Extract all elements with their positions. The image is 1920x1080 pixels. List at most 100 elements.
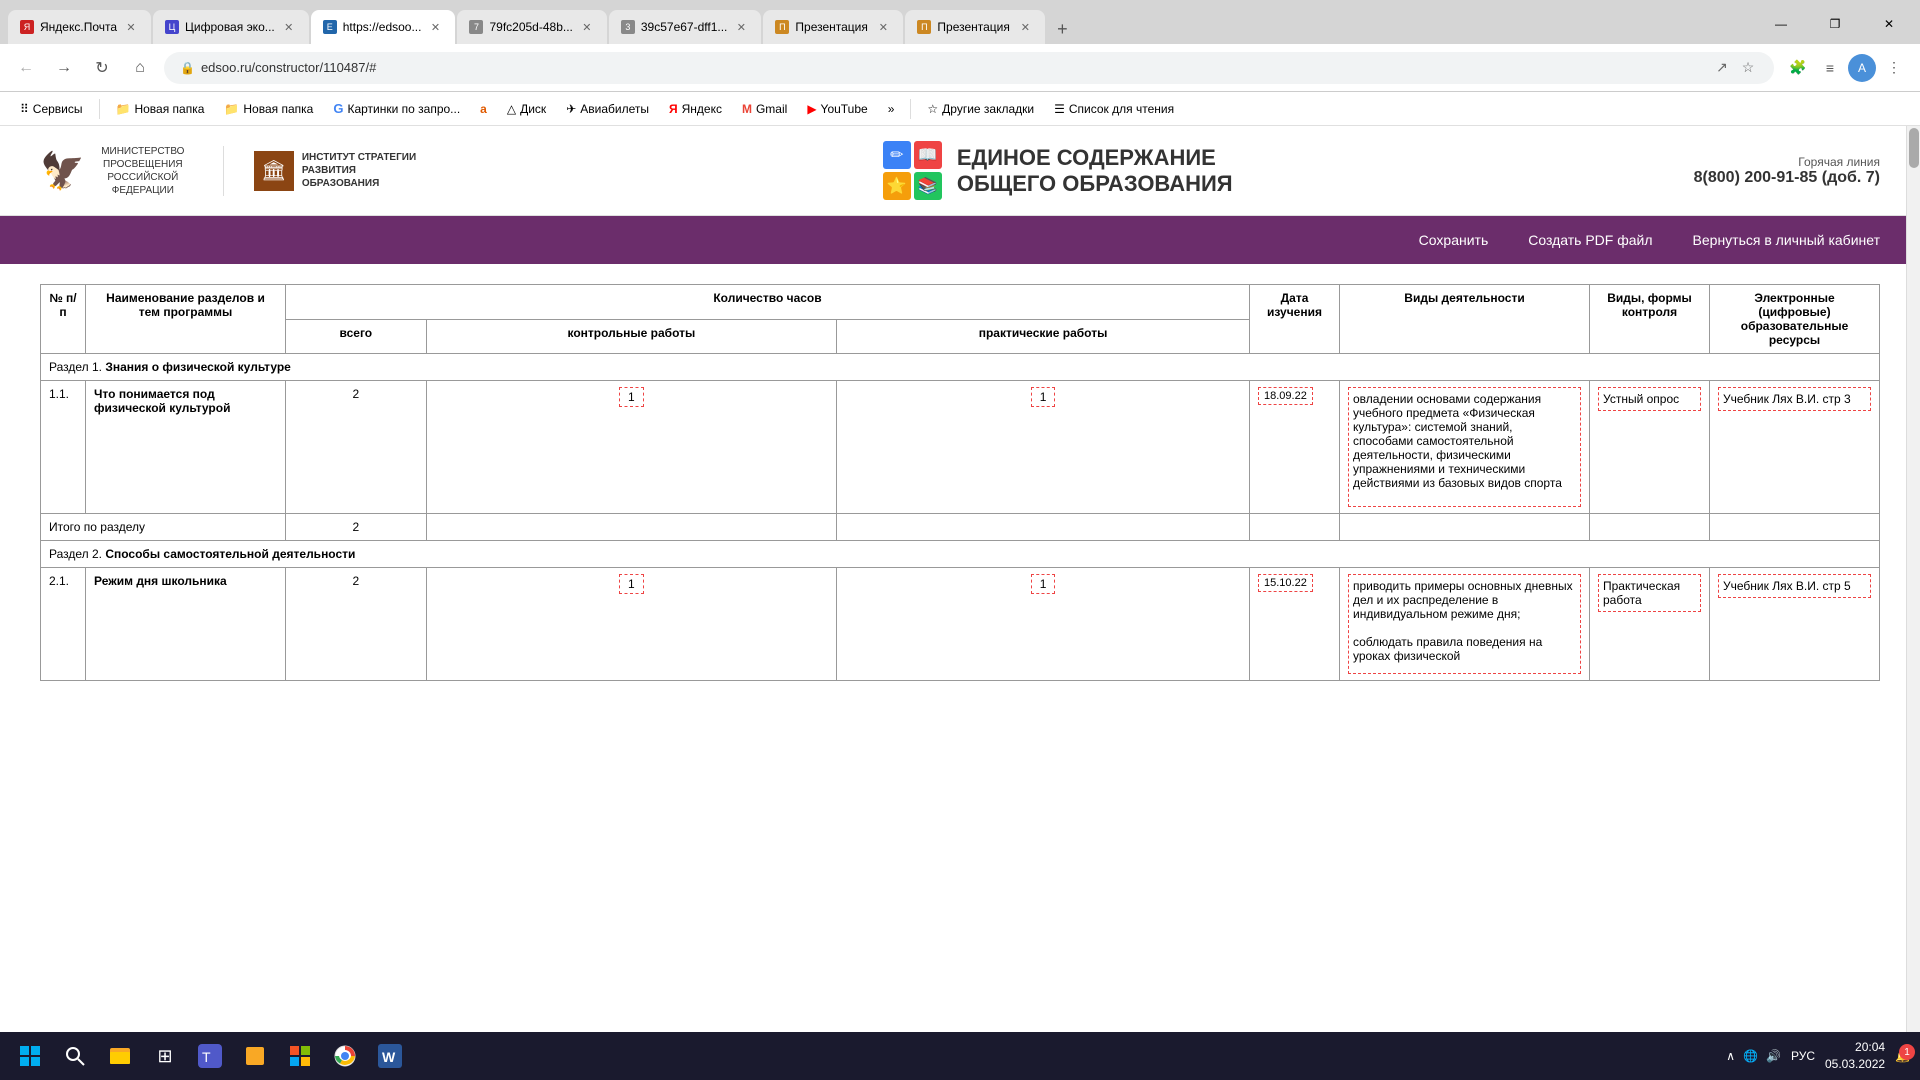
taskbar-teams[interactable]: T	[190, 1036, 230, 1076]
site-logos: 🦅 МИНИСТЕРСТВО ПРОСВЕЩЕНИЯ РОССИЙСКОЙ ФЕ…	[40, 145, 422, 197]
tab-close-mail[interactable]: ✕	[123, 19, 139, 35]
bookmark-gmail[interactable]: M Gmail	[734, 98, 795, 120]
row-11-practice-input[interactable]: 1	[1031, 387, 1056, 407]
row-21-practice-input[interactable]: 1	[1031, 574, 1056, 594]
row-21-control-type-input[interactable]: Практическая работа	[1598, 574, 1701, 612]
taskbar: ⊞ T W ∧	[0, 1032, 1920, 1080]
site-title: ✏ 📖 ⭐ 📚 ЕДИНОЕ СОДЕРЖАНИЕ ОБЩЕГО ОБРАЗОВ…	[883, 141, 1233, 200]
tab-79fc[interactable]: 7 79fc205d-48b... ✕	[457, 10, 606, 44]
tray-network[interactable]: 🌐	[1743, 1049, 1758, 1063]
row-21-num: 2.1.	[41, 568, 86, 681]
taskbar-task-view[interactable]: ⊞	[145, 1036, 185, 1076]
ministry-logo: 🦅 МИНИСТЕРСТВО ПРОСВЕЩЕНИЯ РОССИЙСКОЙ ФЕ…	[40, 145, 193, 197]
tab-pres1[interactable]: П Презентация ✕	[763, 10, 903, 44]
forward-button[interactable]: →	[50, 54, 78, 82]
home-button[interactable]: ⌂	[126, 54, 154, 82]
tray-volume[interactable]: 🔊	[1766, 1049, 1781, 1063]
bookmark-avia[interactable]: ✈ Авиабилеты	[558, 98, 657, 120]
taskbar-store[interactable]	[280, 1036, 320, 1076]
row-21-hours-total: 2	[286, 568, 427, 681]
close-button[interactable]: ✕	[1866, 8, 1912, 40]
scrollbar-track	[1906, 126, 1920, 1032]
url-bar[interactable]: 🔒 edsoo.ru/constructor/110487/# ↗ ☆	[164, 52, 1774, 84]
yandex-button[interactable]: ≡	[1816, 54, 1844, 82]
bookmark-reading[interactable]: ☰ Список для чтения	[1046, 98, 1182, 120]
taskbar-files[interactable]	[235, 1036, 275, 1076]
total-label-1: Итого по разделу	[41, 514, 286, 541]
tab-pres2[interactable]: П Презентация ✕	[905, 10, 1045, 44]
new-tab-button[interactable]: +	[1047, 14, 1077, 44]
services-icon: ⠿	[20, 102, 29, 116]
row-21-date-input[interactable]: 15.10.22	[1258, 574, 1313, 592]
tab-close-39c5[interactable]: ✕	[733, 19, 749, 35]
svg-text:T: T	[202, 1049, 211, 1065]
section-row-2: Раздел 2. Способы самостоятельной деятел…	[41, 541, 1880, 568]
maximize-button[interactable]: ❐	[1812, 8, 1858, 40]
minimize-button[interactable]: —	[1758, 8, 1804, 40]
bookmark-yandex[interactable]: Я Яндекс	[661, 98, 730, 120]
bookmark-reading-label: Список для чтения	[1069, 102, 1174, 116]
bookmark-folder2[interactable]: 📁 Новая папка	[216, 98, 321, 120]
taskbar-chrome[interactable]	[325, 1036, 365, 1076]
share-icon[interactable]: ↗	[1712, 58, 1732, 78]
bookmark-youtube[interactable]: ▶ YouTube	[799, 98, 875, 120]
reload-button[interactable]: ↻	[88, 54, 116, 82]
taskbar-explorer[interactable]	[100, 1036, 140, 1076]
nav-back[interactable]: Вернуться в личный кабинет	[1693, 220, 1880, 260]
site-title-text: ЕДИНОЕ СОДЕРЖАНИЕ ОБЩЕГО ОБРАЗОВАНИЯ	[957, 145, 1233, 197]
tab-close-digital[interactable]: ✕	[281, 19, 297, 35]
header-control: Виды, формы контроля	[1590, 285, 1710, 354]
search-button[interactable]	[55, 1036, 95, 1076]
bookmark-a[interactable]: a	[472, 98, 495, 120]
tab-39c5[interactable]: 3 39c57e67-dff1... ✕	[609, 10, 762, 44]
row-21-control-input[interactable]: 1	[619, 574, 644, 594]
row-21-resources-input[interactable]: Учебник Лях В.И. стр 5	[1718, 574, 1871, 598]
institute-icon: 🏛	[254, 151, 294, 191]
tab-close-pres2[interactable]: ✕	[1017, 19, 1033, 35]
bookmark-google[interactable]: G Картинки по запро...	[325, 97, 468, 120]
tab-close-edsoo[interactable]: ✕	[427, 19, 443, 35]
back-button[interactable]: ←	[12, 54, 40, 82]
extensions-button[interactable]: 🧩	[1784, 54, 1812, 82]
row-11-control-type-input[interactable]: Устный опрос	[1598, 387, 1701, 411]
tab-close-79fc[interactable]: ✕	[579, 19, 595, 35]
bookmark-folder1[interactable]: 📁 Новая папка	[108, 98, 213, 120]
subheader-control: контрольные работы	[426, 319, 836, 354]
nav-save[interactable]: Сохранить	[1419, 220, 1489, 260]
scrollbar-thumb[interactable]	[1909, 128, 1919, 168]
site-header: 🦅 МИНИСТЕРСТВО ПРОСВЕЩЕНИЯ РОССИЙСКОЙ ФЕ…	[0, 126, 1920, 216]
tab-digital[interactable]: Ц Цифровая эко... ✕	[153, 10, 309, 44]
tab-close-pres1[interactable]: ✕	[875, 19, 891, 35]
bookmark-disk[interactable]: △ Диск	[499, 98, 554, 120]
header-activity: Виды деятельности	[1340, 285, 1590, 354]
bookmark-services[interactable]: ⠿ Сервисы	[12, 98, 91, 120]
nav-pdf[interactable]: Создать PDF файл	[1528, 220, 1652, 260]
bookmark-star-icon[interactable]: ☆	[1738, 58, 1758, 78]
tab-edsoo[interactable]: E https://edsoo... ✕	[311, 10, 456, 44]
row-11-activity-input[interactable]: овладении основами содержания учебного п…	[1348, 387, 1581, 507]
taskbar-lang[interactable]: РУС	[1791, 1049, 1815, 1063]
profile-button[interactable]: А	[1848, 54, 1876, 82]
row-21-activity-input[interactable]: приводить примеры основных дневных дел и…	[1348, 574, 1581, 674]
bookmarks-bar: ⠿ Сервисы 📁 Новая папка 📁 Новая папка G …	[0, 92, 1920, 126]
address-bar: ← → ↻ ⌂ 🔒 edsoo.ru/constructor/110487/# …	[0, 44, 1920, 92]
taskbar-word[interactable]: W	[370, 1036, 410, 1076]
tray-chevron[interactable]: ∧	[1726, 1049, 1735, 1063]
total-hours-1: 2	[286, 514, 427, 541]
tab-favicon-pres2: П	[917, 20, 931, 34]
menu-button[interactable]: ⋮	[1880, 54, 1908, 82]
header-date: Дата изучения	[1250, 285, 1340, 354]
row-11-control-input[interactable]: 1	[619, 387, 644, 407]
row-11-resources-input[interactable]: Учебник Лях В.И. стр 3	[1718, 387, 1871, 411]
gmail-icon: M	[742, 102, 752, 116]
tab-mail[interactable]: Я Яндекс.Почта ✕	[8, 10, 151, 44]
bookmark-other[interactable]: ☆ Другие закладки	[919, 98, 1042, 120]
start-button[interactable]	[10, 1036, 50, 1076]
purple-nav: Сохранить Создать PDF файл Вернуться в л…	[0, 216, 1920, 264]
folder1-icon: 📁	[116, 102, 131, 116]
title-icon-star: ⭐	[883, 172, 911, 200]
notification-area[interactable]: 🔔 1	[1895, 1049, 1910, 1063]
bookmark-folder1-label: Новая папка	[134, 102, 204, 116]
row-11-date-input[interactable]: 18.09.22	[1258, 387, 1313, 405]
bookmark-more[interactable]: »	[880, 98, 903, 120]
